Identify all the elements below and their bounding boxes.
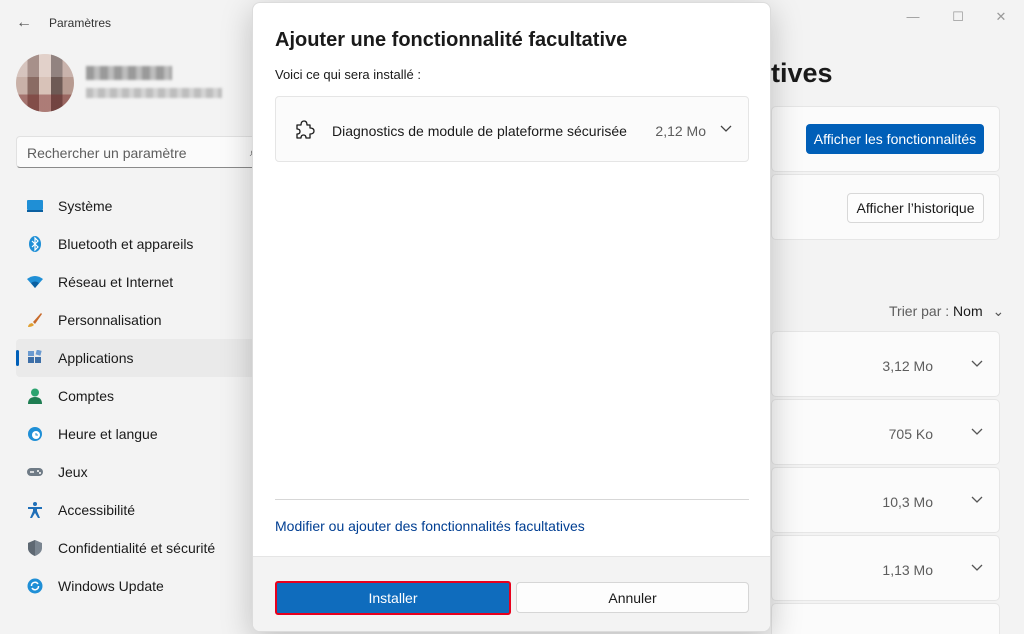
sidebar-item-reseau[interactable]: Réseau et Internet bbox=[16, 263, 256, 301]
feature-row[interactable]: 3,12 Mo bbox=[771, 331, 1000, 397]
update-icon bbox=[27, 578, 43, 594]
apps-icon bbox=[27, 350, 43, 366]
chevron-down-icon: ⌄ bbox=[992, 303, 1005, 319]
search-box: ⌕ bbox=[16, 136, 266, 168]
sidebar-item-bluetooth[interactable]: Bluetooth et appareils bbox=[16, 225, 256, 263]
close-button[interactable]: ✕ bbox=[986, 8, 1016, 26]
account-icon bbox=[27, 388, 43, 404]
view-history-button[interactable]: Afficher l’historique bbox=[847, 193, 984, 223]
app-title: Paramètres bbox=[49, 16, 112, 30]
sidebar-item-label: Bluetooth et appareils bbox=[58, 236, 194, 252]
minimize-button[interactable]: — bbox=[898, 8, 928, 26]
dialog-subtitle: Voici ce qui sera installé : bbox=[275, 67, 421, 82]
wifi-icon bbox=[27, 274, 43, 290]
feature-row-size: 3,12 Mo bbox=[882, 358, 933, 374]
divider bbox=[275, 499, 749, 500]
dialog-footer: Installer Annuler bbox=[253, 556, 770, 631]
clock-globe-icon bbox=[27, 426, 43, 442]
cancel-button[interactable]: Annuler bbox=[516, 582, 749, 613]
sidebar-item-label: Réseau et Internet bbox=[58, 274, 174, 290]
feature-row-size: 10,3 Mo bbox=[882, 494, 933, 510]
dialog-title: Ajouter une fonctionnalité facultative bbox=[275, 29, 628, 51]
back-arrow-icon[interactable]: ← bbox=[12, 12, 36, 34]
chevron-down-icon[interactable] bbox=[970, 494, 984, 504]
maximize-button[interactable]: ☐ bbox=[943, 8, 973, 26]
sidebar-nav: Système Bluetooth et appareils Réseau et… bbox=[16, 187, 256, 605]
sidebar-item-systeme[interactable]: Système bbox=[16, 187, 256, 225]
chevron-down-icon[interactable] bbox=[970, 358, 984, 368]
sidebar-item-heure[interactable]: Heure et langue bbox=[16, 415, 256, 453]
gamepad-icon bbox=[27, 464, 43, 480]
sidebar-item-label: Windows Update bbox=[58, 578, 164, 594]
user-name-blurred bbox=[86, 66, 172, 80]
chevron-down-icon[interactable] bbox=[718, 121, 734, 137]
sidebar-item-windows-update[interactable]: Windows Update bbox=[16, 567, 256, 605]
system-icon bbox=[27, 198, 43, 214]
shield-icon bbox=[27, 540, 43, 556]
avatar[interactable] bbox=[16, 54, 74, 112]
sidebar-item-accessibilite[interactable]: Accessibilité bbox=[16, 491, 256, 529]
sidebar-item-label: Personnalisation bbox=[58, 312, 162, 328]
feature-row[interactable]: 1,13 Mo bbox=[771, 535, 1000, 601]
feature-row[interactable]: 10,3 Mo bbox=[771, 467, 1000, 533]
page-title: tives bbox=[771, 58, 833, 88]
feature-row[interactable]: 705 Ko bbox=[771, 399, 1000, 465]
modify-features-link[interactable]: Modifier ou ajouter des fonctionnalités … bbox=[275, 518, 585, 534]
sidebar-item-label: Système bbox=[58, 198, 113, 214]
add-optional-feature-dialog: Ajouter une fonctionnalité facultative V… bbox=[252, 2, 771, 632]
sort-label: Trier par : bbox=[889, 303, 950, 319]
feature-row-size: 1,13 Mo bbox=[882, 562, 933, 578]
user-email-blurred bbox=[86, 88, 222, 98]
brush-icon bbox=[27, 312, 43, 328]
sidebar-item-applications[interactable]: Applications bbox=[16, 339, 256, 377]
feature-item[interactable]: Diagnostics de module de plateforme sécu… bbox=[275, 96, 749, 162]
view-features-button[interactable]: Afficher les fonctionnalités bbox=[806, 124, 984, 154]
sidebar-item-jeux[interactable]: Jeux bbox=[16, 453, 256, 491]
sort-control[interactable]: Trier par : Nom ⌄ bbox=[889, 303, 1004, 320]
feature-row[interactable] bbox=[771, 603, 1000, 634]
sort-value: Nom bbox=[953, 303, 983, 319]
chevron-down-icon[interactable] bbox=[970, 562, 984, 572]
sidebar-item-label: Heure et langue bbox=[58, 426, 158, 442]
sidebar-item-personnalisation[interactable]: Personnalisation bbox=[16, 301, 256, 339]
bluetooth-icon bbox=[27, 236, 43, 252]
search-input[interactable] bbox=[27, 143, 247, 163]
sidebar-item-label: Accessibilité bbox=[58, 502, 136, 518]
install-button[interactable]: Installer bbox=[275, 581, 511, 615]
sidebar-item-label: Applications bbox=[58, 350, 134, 366]
feature-row-size: 705 Ko bbox=[888, 426, 933, 442]
accessibility-icon bbox=[27, 502, 43, 518]
sidebar-item-label: Jeux bbox=[58, 464, 88, 480]
puzzle-piece-icon bbox=[296, 120, 315, 139]
feature-name: Diagnostics de module de plateforme sécu… bbox=[332, 123, 627, 139]
sidebar-item-comptes[interactable]: Comptes bbox=[16, 377, 256, 415]
sidebar-item-label: Comptes bbox=[58, 388, 115, 404]
feature-size: 2,12 Mo bbox=[655, 123, 706, 139]
sidebar-item-confidentialite[interactable]: Confidentialité et sécurité bbox=[16, 529, 256, 567]
chevron-down-icon[interactable] bbox=[970, 426, 984, 436]
sidebar-item-label: Confidentialité et sécurité bbox=[58, 540, 216, 556]
